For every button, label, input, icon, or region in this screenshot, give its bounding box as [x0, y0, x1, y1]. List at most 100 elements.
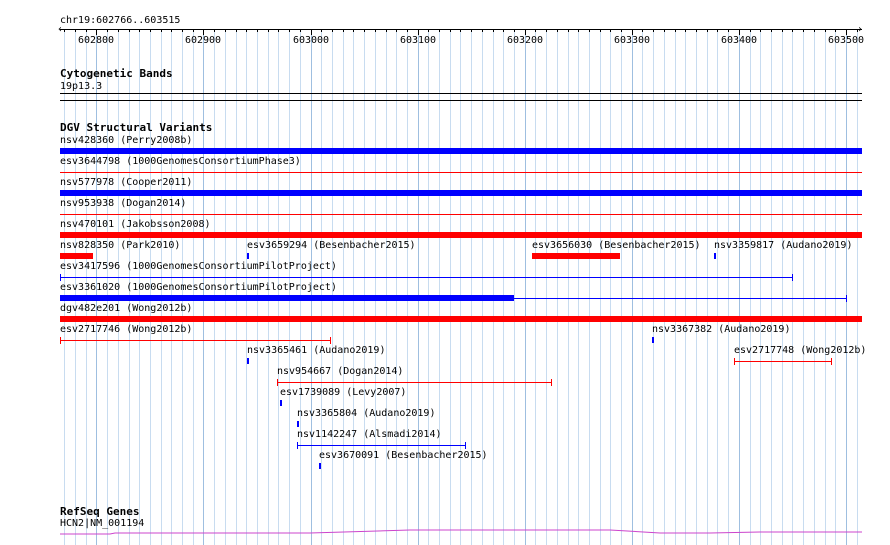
dgv-feature-endcap: [831, 358, 832, 365]
ruler-tick: [685, 29, 686, 32]
ruler-tick: [289, 29, 290, 32]
dgv-feature-label[interactable]: nsv828350 (Park2010): [60, 240, 180, 251]
ruler-tick: [236, 29, 237, 32]
grid-line: [589, 30, 590, 545]
dgv-feature-bar[interactable]: [60, 232, 862, 238]
dgv-feature-label[interactable]: nsv3365461 (Audano2019): [247, 345, 385, 356]
ruler-tick: [353, 29, 354, 32]
dgv-feature-endcap: [277, 379, 278, 386]
dgv-feature-label[interactable]: nsv3359817 (Audano2019): [714, 240, 852, 251]
dgv-feature-label[interactable]: esv2717746 (Wong2012b): [60, 324, 192, 335]
ruler-tick: [825, 29, 826, 32]
dgv-feature-point[interactable]: [714, 253, 716, 259]
grid-line: [557, 30, 558, 545]
ruler-tick: [332, 29, 333, 32]
grid-line: [728, 30, 729, 545]
ruler-tick-label: 602800: [77, 35, 115, 46]
dgv-feature-bar[interactable]: [60, 295, 514, 301]
dgv-feature-label[interactable]: nsv470101 (Jakobsson2008): [60, 219, 211, 230]
grid-line: [825, 30, 826, 545]
ruler-tick-label: 603200: [506, 35, 544, 46]
grid-line: [407, 30, 408, 545]
grid-line: [514, 30, 515, 545]
dgv-feature-label[interactable]: esv3644798 (1000GenomesConsortiumPhase3): [60, 156, 301, 167]
grid-line: [535, 30, 536, 545]
grid-line: [857, 30, 858, 545]
ruler-tick: [707, 29, 708, 32]
ruler-tick: [578, 29, 579, 32]
dgv-feature-label[interactable]: esv3656030 (Besenbacher2015): [532, 240, 701, 251]
grid-line: [418, 30, 419, 545]
grid-line: [610, 30, 611, 545]
ruler-tick: [760, 29, 761, 32]
dgv-feature-line[interactable]: [277, 382, 551, 383]
dgv-feature-label[interactable]: nsv3365804 (Audano2019): [297, 408, 435, 419]
dgv-feature-bar[interactable]: [60, 253, 93, 259]
dgv-feature-endcap: [846, 295, 847, 302]
dgv-feature-label[interactable]: nsv954667 (Dogan2014): [277, 366, 403, 377]
dgv-feature-label[interactable]: nsv3367382 (Audano2019): [652, 324, 790, 335]
cytoband-track-title: Cytogenetic Bands: [60, 67, 173, 80]
grid-line: [685, 30, 686, 545]
ruler-tick: [750, 29, 751, 32]
dgv-feature-endcap: [60, 274, 61, 281]
ruler-tick: [150, 29, 151, 32]
ruler-tick: [621, 29, 622, 32]
dgv-feature-point[interactable]: [247, 358, 249, 364]
dgv-feature-label[interactable]: esv3417596 (1000GenomesConsortiumPilotPr…: [60, 261, 337, 272]
ruler-tick: [439, 29, 440, 32]
dgv-feature-label[interactable]: nsv428360 (Perry2008b): [60, 135, 192, 146]
ruler-tick-label: 603300: [613, 35, 651, 46]
grid-line: [846, 30, 847, 545]
ruler-tick: [642, 29, 643, 32]
dgv-feature-line[interactable]: [60, 340, 330, 341]
ruler-tick: [225, 29, 226, 32]
dgv-feature-line[interactable]: [60, 172, 862, 173]
dgv-feature-endcap: [60, 337, 61, 344]
grid-line: [482, 30, 483, 545]
grid-line: [739, 30, 740, 545]
dgv-feature-line[interactable]: [60, 277, 792, 278]
refseq-gene-model[interactable]: [60, 526, 862, 540]
ruler-tick: [546, 29, 547, 32]
ruler-tick: [675, 29, 676, 32]
dgv-feature-label[interactable]: esv3670091 (Besenbacher2015): [319, 450, 488, 461]
dgv-feature-label[interactable]: nsv577978 (Cooper2011): [60, 177, 192, 188]
dgv-feature-line[interactable]: [60, 214, 862, 215]
dgv-feature-endcap: [297, 442, 298, 449]
dgv-feature-point[interactable]: [280, 400, 282, 406]
dgv-feature-label[interactable]: esv3361020 (1000GenomesConsortiumPilotPr…: [60, 282, 337, 293]
grid-line: [792, 30, 793, 545]
dgv-feature-label[interactable]: dgv482e201 (Wong2012b): [60, 303, 192, 314]
dgv-feature-line[interactable]: [297, 445, 465, 446]
dgv-feature-label[interactable]: esv1739089 (Levy2007): [280, 387, 406, 398]
grid-line: [760, 30, 761, 545]
dgv-feature-label[interactable]: esv3659294 (Besenbacher2015): [247, 240, 416, 251]
dgv-feature-bar[interactable]: [60, 148, 862, 154]
dgv-feature-label[interactable]: esv2717748 (Wong2012b): [734, 345, 866, 356]
ruler-tick: [568, 29, 569, 32]
dgv-feature-bar[interactable]: [532, 253, 620, 259]
dgv-feature-label[interactable]: nsv953938 (Dogan2014): [60, 198, 186, 209]
ruler-tick: [364, 29, 365, 32]
ruler-axis: [60, 29, 862, 30]
ruler-tick: [118, 29, 119, 32]
ruler-tick: [300, 29, 301, 32]
ruler-tick: [782, 29, 783, 32]
dgv-feature-point[interactable]: [319, 463, 321, 469]
dgv-feature-line[interactable]: [514, 298, 846, 299]
dgv-feature-bar[interactable]: [60, 316, 862, 322]
dgv-feature-point[interactable]: [297, 421, 299, 427]
ruler-tick: [193, 29, 194, 32]
ruler-tick: [792, 29, 793, 32]
ruler-tick-label: 602900: [184, 35, 222, 46]
dgv-feature-point[interactable]: [247, 253, 249, 259]
dgv-feature-bar[interactable]: [60, 190, 862, 196]
ruler-tick-label: 603100: [399, 35, 437, 46]
dgv-feature-point[interactable]: [652, 337, 654, 343]
grid-line: [568, 30, 569, 545]
ruler-tick: [589, 29, 590, 32]
dgv-feature-label[interactable]: nsv1142247 (Alsmadi2014): [297, 429, 442, 440]
ruler-tick: [535, 29, 536, 32]
dgv-feature-line[interactable]: [734, 361, 831, 362]
